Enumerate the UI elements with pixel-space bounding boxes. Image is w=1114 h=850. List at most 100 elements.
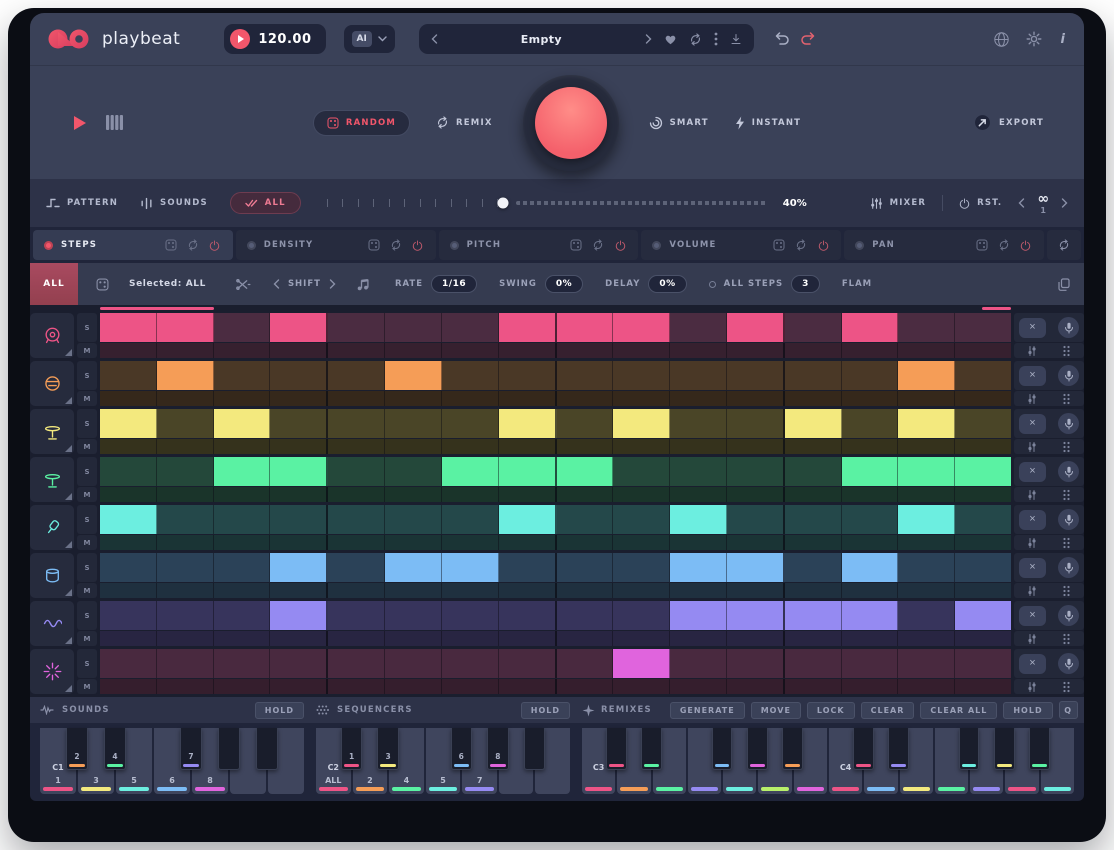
- step-kick-13[interactable]: [785, 313, 842, 342]
- accent-hihat-closed-12[interactable]: [727, 439, 785, 454]
- accent-shaker-10[interactable]: [613, 535, 670, 550]
- step-shaker-11[interactable]: [670, 505, 727, 534]
- track-drag-handle[interactable]: [1053, 393, 1079, 405]
- accent-perc-8[interactable]: [499, 583, 557, 598]
- step-shaker-8[interactable]: [499, 505, 557, 534]
- accent-shaker-7[interactable]: [442, 535, 499, 550]
- step-snare-14[interactable]: [842, 361, 899, 390]
- move-button[interactable]: MOVE: [751, 702, 801, 719]
- step-synth-8[interactable]: [499, 601, 557, 630]
- step-hihat-open-9[interactable]: [557, 457, 614, 486]
- step-hihat-closed-5[interactable]: [328, 409, 385, 438]
- step-hihat-open-2[interactable]: [157, 457, 214, 486]
- accent-shaker-8[interactable]: [499, 535, 557, 550]
- accent-kick-3[interactable]: [214, 343, 271, 358]
- track-settings-icon[interactable]: [1019, 489, 1045, 501]
- step-synth-14[interactable]: [842, 601, 899, 630]
- step-hihat-closed-15[interactable]: [898, 409, 955, 438]
- dice-icon[interactable]: [569, 238, 583, 252]
- step-fx-2[interactable]: [157, 649, 214, 678]
- step-hihat-closed-14[interactable]: [842, 409, 899, 438]
- step-shaker-5[interactable]: [328, 505, 385, 534]
- accent-fx-11[interactable]: [670, 679, 727, 694]
- power-icon[interactable]: [816, 238, 830, 252]
- accent-perc-10[interactable]: [613, 583, 670, 598]
- info-icon[interactable]: i: [1058, 32, 1068, 47]
- step-hihat-closed-2[interactable]: [157, 409, 214, 438]
- accent-fx-5[interactable]: [328, 679, 385, 694]
- accent-snare-5[interactable]: [328, 391, 385, 406]
- step-kick-4[interactable]: [270, 313, 328, 342]
- tab-pan[interactable]: PAN: [844, 230, 1044, 260]
- tab-pitch[interactable]: PITCH: [439, 230, 639, 260]
- accent-kick-12[interactable]: [727, 343, 785, 358]
- step-synth-13[interactable]: [785, 601, 842, 630]
- density-slider[interactable]: [327, 194, 767, 212]
- slider-thumb[interactable]: [497, 198, 508, 209]
- record-track-button[interactable]: [1058, 365, 1079, 386]
- accent-perc-2[interactable]: [157, 583, 214, 598]
- step-fx-1[interactable]: [100, 649, 157, 678]
- step-kick-16[interactable]: [955, 313, 1011, 342]
- accent-kick-15[interactable]: [898, 343, 955, 358]
- accent-snare-8[interactable]: [499, 391, 557, 406]
- step-fx-5[interactable]: [328, 649, 385, 678]
- accent-perc-7[interactable]: [442, 583, 499, 598]
- step-hihat-closed-6[interactable]: [385, 409, 442, 438]
- step-hihat-open-11[interactable]: [670, 457, 727, 486]
- step-synth-4[interactable]: [270, 601, 328, 630]
- sounds-hold-button[interactable]: HOLD: [255, 702, 304, 719]
- step-snare-1[interactable]: [100, 361, 157, 390]
- random-button[interactable]: RANDOM: [313, 110, 410, 136]
- accent-fx-12[interactable]: [727, 679, 785, 694]
- step-snare-16[interactable]: [955, 361, 1011, 390]
- accent-kick-1[interactable]: [100, 343, 157, 358]
- step-perc-8[interactable]: [499, 553, 557, 582]
- step-hihat-open-14[interactable]: [842, 457, 899, 486]
- accent-hihat-closed-6[interactable]: [385, 439, 442, 454]
- preset-loop-icon[interactable]: [689, 33, 702, 46]
- step-perc-15[interactable]: [898, 553, 955, 582]
- accent-fx-8[interactable]: [499, 679, 557, 694]
- reset-button[interactable]: RST.: [959, 198, 1002, 209]
- accent-shaker-13[interactable]: [785, 535, 842, 550]
- track-drag-handle[interactable]: [1053, 585, 1079, 597]
- step-perc-13[interactable]: [785, 553, 842, 582]
- clear-button[interactable]: CLEAR: [861, 702, 915, 719]
- dice-icon[interactable]: [975, 238, 989, 252]
- accent-fx-6[interactable]: [385, 679, 442, 694]
- accent-hihat-open-12[interactable]: [727, 487, 785, 502]
- accent-shaker-2[interactable]: [157, 535, 214, 550]
- dice-icon[interactable]: [772, 238, 786, 252]
- accent-hihat-open-9[interactable]: [557, 487, 614, 502]
- step-shaker-10[interactable]: [613, 505, 670, 534]
- step-snare-6[interactable]: [385, 361, 442, 390]
- step-synth-12[interactable]: [727, 601, 785, 630]
- accent-hihat-open-3[interactable]: [214, 487, 271, 502]
- accent-kick-7[interactable]: [442, 343, 499, 358]
- black-key-sequencers-2[interactable]: 3: [377, 728, 398, 770]
- black-key-remixes-6[interactable]: [853, 728, 874, 770]
- swing-value[interactable]: 0%: [545, 275, 583, 293]
- black-key-sounds-4[interactable]: [218, 728, 240, 770]
- step-perc-11[interactable]: [670, 553, 727, 582]
- accent-shaker-15[interactable]: [898, 535, 955, 550]
- pattern-page-indicator[interactable]: ∞ 1: [1037, 192, 1049, 215]
- track-drag-handle[interactable]: [1053, 345, 1079, 357]
- track-settings-icon[interactable]: [1019, 537, 1045, 549]
- step-kick-5[interactable]: [328, 313, 385, 342]
- step-kick-14[interactable]: [842, 313, 899, 342]
- step-snare-5[interactable]: [328, 361, 385, 390]
- black-key-remixes-8[interactable]: [959, 728, 980, 770]
- step-perc-14[interactable]: [842, 553, 899, 582]
- sequencers-hold-button[interactable]: HOLD: [521, 702, 570, 719]
- step-perc-16[interactable]: [955, 553, 1011, 582]
- expand-corner-icon[interactable]: [65, 541, 72, 548]
- track-icon-hihat-closed[interactable]: [30, 409, 74, 454]
- step-fx-11[interactable]: [670, 649, 727, 678]
- step-hihat-open-3[interactable]: [214, 457, 271, 486]
- black-key-sounds-5[interactable]: [256, 728, 278, 770]
- accent-shaker-4[interactable]: [270, 535, 328, 550]
- step-shaker-6[interactable]: [385, 505, 442, 534]
- black-key-sounds-1[interactable]: 2: [66, 728, 88, 770]
